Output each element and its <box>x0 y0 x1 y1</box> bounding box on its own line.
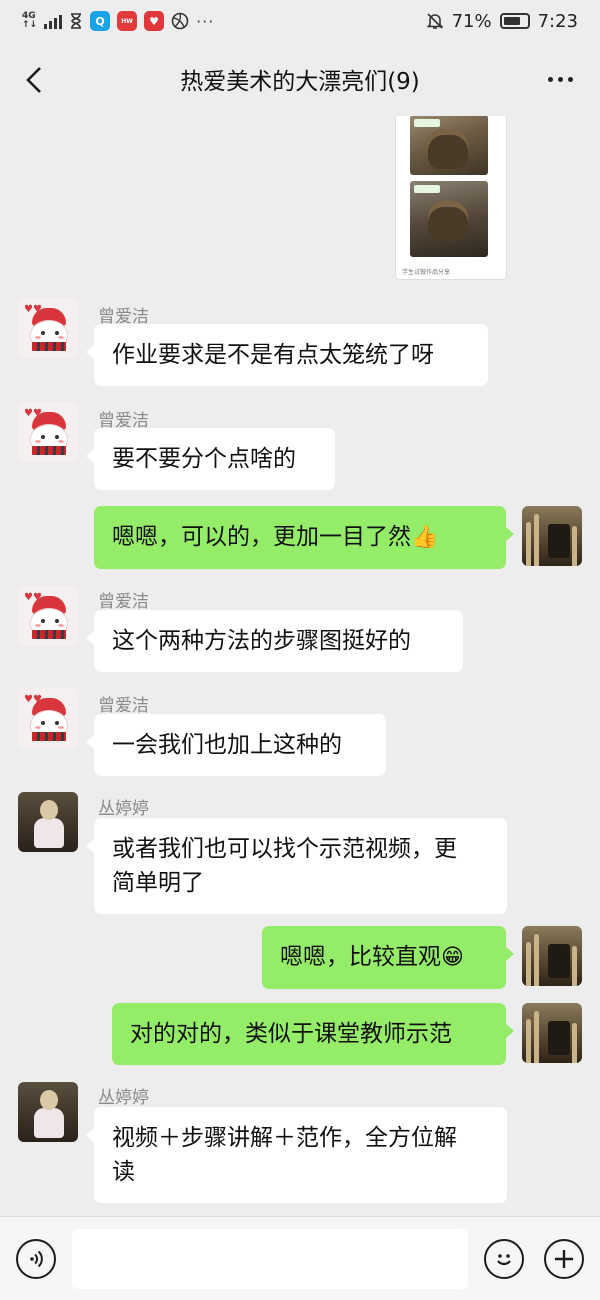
sender-name: 丛婷婷 <box>98 799 149 819</box>
plus-button[interactable] <box>544 1239 584 1279</box>
signal-icon <box>44 13 63 29</box>
chevron-left-icon <box>26 67 41 93</box>
message-bubble[interactable]: 要不要分个点啥的 <box>86 428 335 490</box>
sender-name: 丛婷婷 <box>98 1088 149 1108</box>
avatar-zeng-aijie[interactable]: ♥♥ <box>18 402 78 462</box>
thumbs-up-emoji: 👍 <box>411 525 439 550</box>
sender-name: 曾爱洁 <box>98 696 149 716</box>
more-options-button[interactable] <box>540 64 580 94</box>
battery-icon <box>499 13 530 29</box>
message-bubble-outgoing[interactable]: 嗯嗯，可以的，更加一目了然👍 <box>94 506 514 569</box>
message-bubble-outgoing[interactable]: 嗯嗯，比较直观😁 <box>262 926 514 989</box>
message-bubble[interactable]: 或者我们也可以找个示范视频，更 简单明了 <box>86 818 507 914</box>
message-list[interactable]: 学生试做作品分享 ♥♥ 曾爱洁 作业要求是不是有点太笼统了呀 ♥♥ 曾爱洁 要不… <box>0 116 600 1216</box>
shared-image-message[interactable]: 学生试做作品分享 <box>395 116 507 280</box>
chat-title: 热爱美术的大漂亮们(9) <box>180 69 420 95</box>
hourglass-icon <box>71 13 82 29</box>
more-notifications-icon: ··· <box>196 11 215 31</box>
network-type: 4G ↑↓ <box>22 11 38 30</box>
avatar-me[interactable] <box>522 1003 582 1063</box>
grin-emoji: 😁 <box>441 945 464 970</box>
clock-time: 7:23 <box>537 10 578 32</box>
pottery-photo-2 <box>410 181 488 257</box>
avatar-me[interactable] <box>522 926 582 986</box>
message-bubble[interactable]: 视频＋步骤讲解＋范作，全方位解读 <box>86 1107 507 1203</box>
avatar-zeng-aijie[interactable]: ♥♥ <box>18 586 78 646</box>
ball-app-icon <box>171 12 189 30</box>
message-input[interactable] <box>72 1229 468 1289</box>
search-app-icon: Q <box>90 11 111 31</box>
mute-bell-icon <box>426 13 443 29</box>
status-bar: 4G ↑↓ Q HW ♥ ··· 71% 7:23 <box>0 0 600 42</box>
message-bubble[interactable]: 这个两种方法的步骤图挺好的 <box>86 610 463 672</box>
voice-button[interactable] <box>16 1239 56 1279</box>
emoji-button[interactable] <box>484 1239 524 1279</box>
avatar-zeng-aijie[interactable]: ♥♥ <box>18 298 78 358</box>
pottery-photo-1 <box>410 116 488 175</box>
back-button[interactable] <box>16 62 52 98</box>
avatar-cong-tingting[interactable] <box>18 1082 78 1142</box>
avatar-me[interactable] <box>522 506 582 566</box>
huawei-app-icon: HW <box>117 11 138 31</box>
sender-name: 曾爱洁 <box>98 592 149 612</box>
voice-icon <box>30 1250 43 1268</box>
image-caption: 学生试做作品分享 <box>402 269 451 276</box>
message-bubble[interactable]: 一会我们也加上这种的 <box>86 714 386 776</box>
input-bar <box>0 1216 600 1300</box>
avatar-zeng-aijie[interactable]: ♥♥ <box>18 688 78 748</box>
plus-icon <box>555 1250 573 1268</box>
message-bubble[interactable]: 作业要求是不是有点太笼统了呀 <box>86 324 488 386</box>
message-bubble-outgoing[interactable]: 对的对的，类似于课堂教师示范 <box>112 1003 514 1065</box>
chat-header: 热爱美术的大漂亮们(9) <box>0 42 600 116</box>
avatar-cong-tingting[interactable] <box>18 792 78 852</box>
emoji-icon <box>497 1254 511 1266</box>
battery-percent: 71% <box>451 10 492 32</box>
heart-app-icon: ♥ <box>144 11 165 31</box>
